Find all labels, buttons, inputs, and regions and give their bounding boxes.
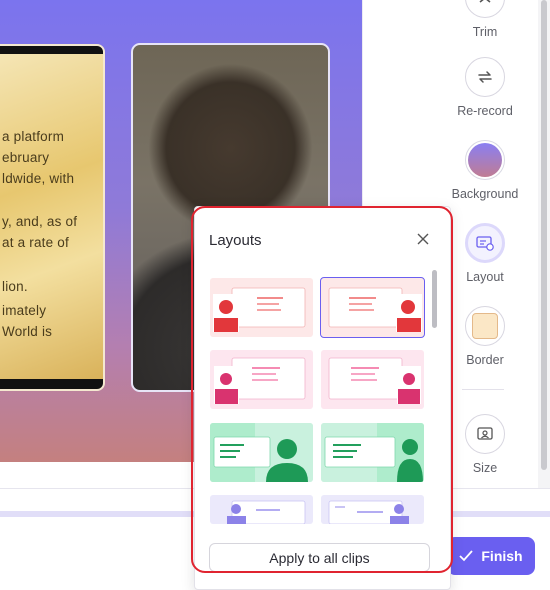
- tool-layout[interactable]: Layout: [445, 223, 525, 284]
- tool-label: Re-record: [457, 104, 513, 118]
- doc-text-line: a platform: [2, 129, 65, 144]
- tool-re-record[interactable]: Re-record: [445, 57, 525, 118]
- popover-scrollbar[interactable]: [432, 270, 437, 328]
- tools-divider: [462, 389, 504, 390]
- layout-option-camera-right-purple[interactable]: [321, 495, 424, 524]
- finish-button[interactable]: Finish: [447, 537, 535, 575]
- doc-text-line: ebruary: [2, 150, 50, 165]
- layout-option-camera-left-pink[interactable]: [210, 350, 313, 409]
- tool-size[interactable]: Size: [445, 414, 525, 475]
- doc-text-line: ldwide, with: [2, 171, 75, 186]
- tool-trim[interactable]: Trim: [445, 0, 525, 39]
- doc-text-line: y, and, as of: [2, 214, 78, 229]
- layout-option-camera-right-green-b[interactable]: [321, 423, 424, 482]
- layout-option-camera-right-pink[interactable]: [321, 350, 424, 409]
- close-icon[interactable]: [413, 229, 433, 249]
- app-window: a platform ebruary ldwide, with y, and, …: [0, 0, 550, 590]
- document-page: a platform ebruary ldwide, with y, and, …: [0, 54, 103, 379]
- doc-text-line: World is: [2, 324, 53, 339]
- trim-icon: [465, 0, 505, 18]
- layout-option-camera-left-red[interactable]: [210, 278, 313, 337]
- checkmark-icon: [459, 550, 474, 562]
- layout-option-camera-right-green-a[interactable]: [210, 423, 313, 482]
- tool-label: Trim: [472, 25, 498, 39]
- size-icon: [465, 414, 505, 454]
- panel-scrollbar[interactable]: [538, 0, 550, 488]
- screen-recording-clip[interactable]: a platform ebruary ldwide, with y, and, …: [0, 44, 105, 391]
- tool-label: Border: [466, 353, 504, 367]
- layout-option-camera-left-purple[interactable]: [210, 495, 313, 524]
- doc-text-line: at a rate of: [2, 235, 69, 250]
- panel-scrollbar-thumb[interactable]: [541, 0, 547, 470]
- tool-label: Layout: [466, 270, 504, 284]
- tool-label: Size: [472, 461, 498, 475]
- background-swatch-icon: [465, 140, 505, 180]
- tool-border[interactable]: Border: [445, 306, 525, 367]
- finish-label: Finish: [481, 548, 523, 564]
- border-icon: [465, 306, 505, 346]
- layout-option-camera-right-red[interactable]: [320, 277, 425, 338]
- doc-text-line: imately: [2, 303, 47, 318]
- doc-text-line: lion.: [2, 279, 28, 294]
- apply-to-all-clips-button[interactable]: Apply to all clips: [209, 543, 430, 572]
- re-record-icon: [465, 57, 505, 97]
- tool-background[interactable]: Background: [445, 140, 525, 201]
- popover-title: Layouts: [209, 232, 262, 249]
- layout-icon: [465, 223, 505, 263]
- tool-label: Background: [451, 187, 519, 201]
